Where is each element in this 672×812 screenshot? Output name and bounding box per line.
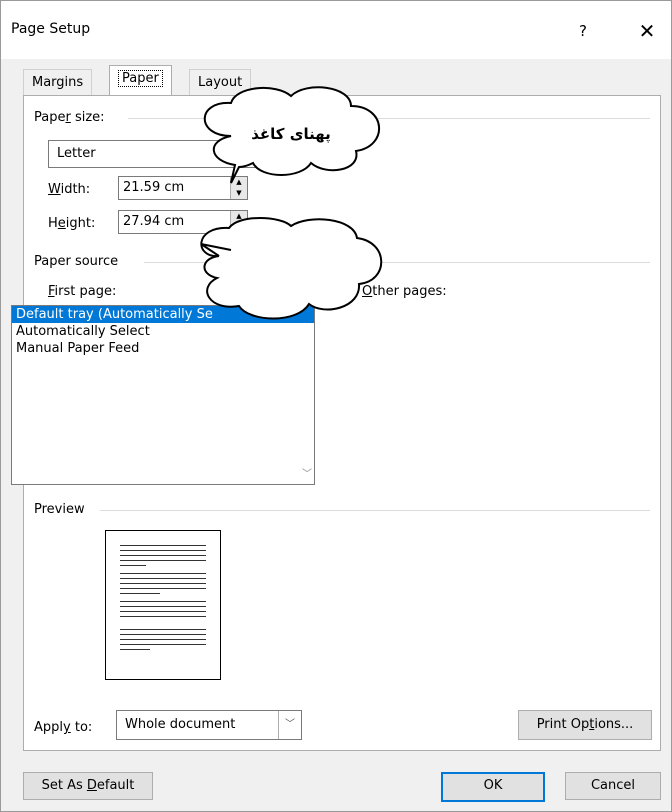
tab-margins[interactable]: Margins <box>23 69 93 96</box>
paper-size-value: Letter <box>57 146 96 161</box>
apply-to-label: Apply to: <box>34 720 93 735</box>
callout-bubble-empty <box>200 217 383 320</box>
tab-paper-label: Paper <box>118 70 163 87</box>
paper-size-label: Paper size: <box>34 110 105 125</box>
preview-page-thumbnail <box>105 530 221 680</box>
cancel-button[interactable]: Cancel <box>565 772 661 800</box>
callout-bubble-paper-width: پهنای کاغذ <box>203 86 381 184</box>
page-setup-dialog: Page Setup ? ✕ Margins Paper Layout Pape… <box>0 0 672 812</box>
width-label: Width: <box>48 182 91 197</box>
first-page-label: First page: <box>48 284 117 299</box>
ok-button[interactable]: OK <box>441 772 545 802</box>
set-as-default-button[interactable]: Set As Default <box>23 772 153 800</box>
apply-to-value: Whole document <box>125 717 236 732</box>
print-options-button[interactable]: Print Options... <box>518 710 652 740</box>
tab-paper[interactable]: Paper <box>109 65 172 97</box>
dialog-title: Page Setup <box>11 21 91 37</box>
paper-source-label: Paper source <box>34 254 119 269</box>
apply-to-select[interactable]: Whole document ﹀ <box>116 710 302 740</box>
width-value: 21.59 cm <box>123 180 185 195</box>
preview-label: Preview <box>34 502 85 517</box>
help-button[interactable]: ? <box>571 19 595 43</box>
first-page-listbox[interactable]: Default tray (Automatically Se Automatic… <box>11 305 315 485</box>
preview-divider <box>100 510 650 511</box>
title-bar: Page Setup ? ✕ <box>1 1 671 59</box>
scroll-down-icon[interactable]: ﹀ <box>302 465 312 480</box>
close-button[interactable]: ✕ <box>635 19 659 43</box>
list-item[interactable]: Manual Paper Feed <box>12 340 314 357</box>
height-label: Height: <box>48 216 96 231</box>
callout-text: پهنای کاغذ <box>251 125 331 144</box>
chevron-down-icon[interactable]: ﹀ <box>278 711 301 739</box>
height-value: 27.94 cm <box>123 214 185 229</box>
